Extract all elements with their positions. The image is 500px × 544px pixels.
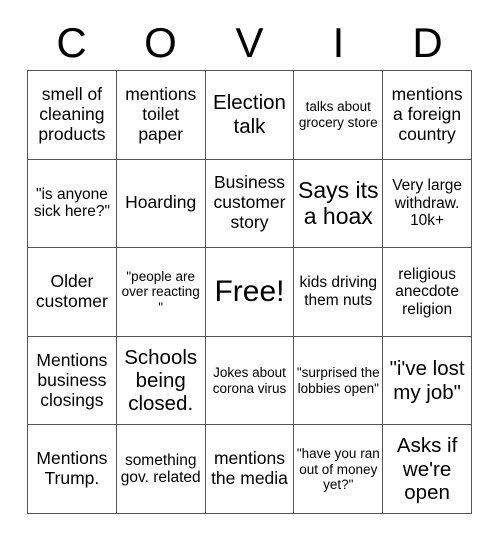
bingo-cell-r3-c0[interactable]: Mentions business closings (28, 336, 117, 426)
bingo-cell-r1-c1[interactable]: Hoarding (116, 159, 206, 249)
bingo-cell-r0-c0[interactable]: smell of cleaning products (28, 71, 117, 160)
bingo-header-letter-2: V (235, 19, 264, 66)
bingo-cell-r2-c1[interactable]: "people are over reacting " (116, 248, 206, 337)
bingo-cell-label: something gov. related (120, 451, 201, 487)
bingo-cell-label: Free! (214, 274, 285, 308)
bingo-cell-label: Says its a hoax (298, 177, 379, 230)
bingo-cell-label: Hoarding (125, 192, 197, 213)
bingo-cell-r2-c0[interactable]: Older customer (28, 248, 117, 337)
bingo-cell-r1-c0[interactable]: "is anyone sick here?" (28, 159, 117, 249)
bingo-card-header: COVID (27, 16, 472, 70)
bingo-cell-r0-c3[interactable]: talks about grocery store (294, 71, 384, 160)
bingo-cell-label: kids driving them nuts (299, 274, 378, 309)
bingo-card: C O V I D smell of cleaning products mentions… (0, 0, 500, 544)
bingo-cell-label: "surprised the lobbies open" (296, 365, 380, 396)
bingo-cell-r0-c2[interactable]: Election talk (205, 71, 295, 160)
bingo-cell-r3-c3[interactable]: "surprised the lobbies open" (294, 336, 384, 426)
bingo-cell-r3-c4[interactable]: "i've lost my job" (383, 336, 472, 426)
bingo-cell-label: Business customer story (213, 172, 286, 233)
bingo-cell-label: Asks if we're open (396, 434, 458, 504)
bingo-cell-label: Mentions business closings (36, 349, 108, 410)
bingo-cell-label: Jokes about corona virus (212, 365, 287, 396)
bingo-cell-r4-c2[interactable]: mentions the media (205, 425, 295, 514)
bingo-cell-label: Schools being closed. (124, 345, 198, 416)
bingo-cell-r0-c1[interactable]: mentions toilet paper (116, 71, 206, 160)
bingo-cell-label: mentions a foreign country (391, 83, 463, 144)
bingo-cell-label: Election talk (213, 91, 286, 138)
bingo-cell-label: mentions the media (211, 448, 288, 489)
bingo-cell-r4-c4[interactable]: Asks if we're open (383, 425, 472, 514)
bingo-cell-r2-c3[interactable]: kids driving them nuts (294, 248, 384, 337)
bingo-cell-r3-c2[interactable]: Jokes about corona virus (205, 336, 295, 426)
bingo-header-letter-4: D (412, 19, 443, 66)
bingo-cell-r4-c3[interactable]: "have you ran out of money yet?" (294, 425, 384, 514)
bingo-header-letter-3: I (332, 19, 345, 66)
bingo-header-letter-0: C (56, 19, 87, 66)
bingo-cell-r1-c3[interactable]: Says its a hoax (294, 159, 384, 249)
bingo-cell-label: "have you ran out of money yet?" (296, 446, 380, 492)
bingo-cell-label: "is anyone sick here?" (33, 185, 110, 221)
bingo-cell-label: Mentions Trump. (36, 448, 108, 489)
bingo-cell-label: mentions toilet paper (125, 83, 197, 144)
bingo-header-letter-1: O (144, 19, 177, 66)
bingo-cell-label: Older customer (35, 271, 108, 311)
bingo-cell-r1-c4[interactable]: Very large withdraw. 10k+ (383, 159, 472, 249)
bingo-cell-label: "i've lost my job" (389, 357, 465, 404)
bingo-free-space[interactable]: Free! (205, 248, 295, 337)
bingo-cell-r3-c1[interactable]: Schools being closed. (116, 336, 206, 426)
bingo-cell-r4-c0[interactable]: Mentions Trump. (28, 425, 117, 514)
bingo-cell-label: "people are over reacting " (121, 268, 200, 315)
bingo-cell-label: smell of cleaning products (38, 83, 106, 144)
bingo-cell-label: Very large withdraw. 10k+ (392, 176, 462, 230)
bingo-cell-label: talks about grocery store (298, 99, 378, 130)
bingo-cell-r1-c2[interactable]: Business customer story (205, 159, 295, 249)
bingo-cell-r4-c1[interactable]: something gov. related (116, 425, 206, 514)
bingo-grid: smell of cleaning products mentions toile… (27, 70, 472, 514)
bingo-cell-label: religious anecdote religion (395, 265, 459, 318)
bingo-cell-r0-c4[interactable]: mentions a foreign country (383, 71, 472, 160)
bingo-cell-r2-c4[interactable]: religious anecdote religion (383, 248, 472, 337)
